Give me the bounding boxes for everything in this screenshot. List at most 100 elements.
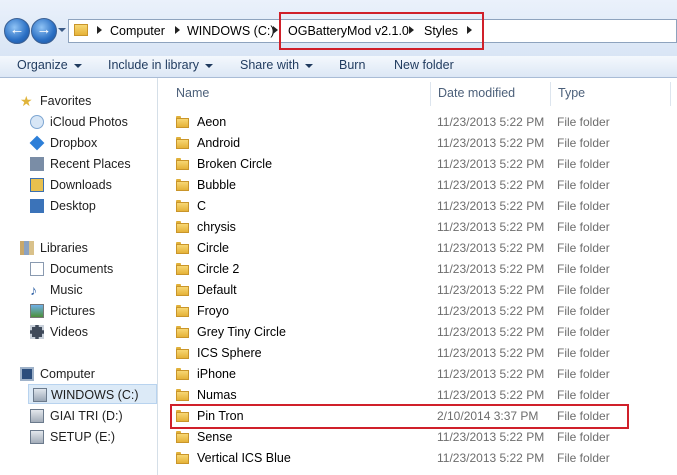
folder-icon — [176, 368, 189, 380]
nav-drive-d[interactable]: GIAI TRI (D:) — [30, 406, 123, 426]
share-with-button[interactable]: Share with — [240, 58, 314, 72]
column-divider[interactable] — [430, 82, 431, 106]
file-name: chrysis — [197, 220, 236, 234]
nav-dropbox[interactable]: Dropbox — [29, 133, 98, 153]
address-bar-area: ← → Computer WINDOWS (C:) OGBatteryMod v… — [0, 0, 677, 56]
burn-button[interactable]: Burn — [339, 58, 365, 72]
file-date: 11/23/2013 5:22 PM — [437, 136, 545, 150]
nav-computer[interactable]: Computer — [20, 364, 95, 384]
folder-icon — [176, 263, 189, 275]
file-name: Android — [197, 136, 241, 150]
downloads-icon — [30, 178, 44, 192]
nav-music-label: Music — [50, 283, 83, 297]
file-type: File folder — [557, 304, 610, 318]
nav-recent-places[interactable]: Recent Places — [30, 154, 131, 174]
nav-libraries-label: Libraries — [40, 241, 88, 255]
organize-label: Organize — [17, 58, 68, 72]
file-row[interactable]: Aeon 11/23/2013 5:22 PM File folder — [158, 112, 677, 133]
pictures-icon — [30, 304, 44, 318]
file-row[interactable]: Android 11/23/2013 5:22 PM File folder — [158, 133, 677, 154]
nav-drive-d-label: GIAI TRI (D:) — [50, 409, 123, 423]
folder-icon — [176, 179, 189, 191]
nav-dropbox-label: Dropbox — [50, 136, 98, 150]
file-row[interactable]: ICS Sphere 11/23/2013 5:22 PM File folder — [158, 343, 677, 364]
folder-icon — [176, 326, 189, 338]
nav-drive-e[interactable]: SETUP (E:) — [30, 427, 115, 447]
folder-icon — [176, 200, 189, 212]
nav-videos-label: Videos — [50, 325, 88, 339]
star-icon: ★ — [20, 93, 33, 109]
file-date: 11/23/2013 5:22 PM — [437, 262, 545, 276]
nav-documents-label: Documents — [50, 262, 114, 276]
file-name: Broken Circle — [197, 157, 273, 171]
file-row[interactable]: Circle 2 11/23/2013 5:22 PM File folder — [158, 259, 677, 280]
column-divider[interactable] — [670, 82, 671, 106]
include-in-library-button[interactable]: Include in library — [108, 58, 214, 72]
file-type: File folder — [557, 430, 610, 444]
file-type: File folder — [557, 262, 610, 276]
icloud-icon — [30, 115, 44, 129]
nav-icloud-photos[interactable]: iCloud Photos — [30, 112, 128, 132]
command-bar: Organize Include in library Share with B… — [0, 56, 677, 78]
share-with-label: Share with — [240, 58, 300, 72]
nav-pictures[interactable]: Pictures — [30, 301, 96, 321]
file-date: 11/23/2013 5:22 PM — [437, 430, 545, 444]
file-type: File folder — [557, 220, 610, 234]
file-type: File folder — [557, 241, 610, 255]
dropbox-icon — [29, 135, 45, 151]
column-divider[interactable] — [550, 82, 551, 106]
file-type: File folder — [557, 325, 610, 339]
forward-button[interactable]: → — [31, 18, 57, 44]
nav-downloads[interactable]: Downloads — [30, 175, 112, 195]
file-row[interactable]: Numas 11/23/2013 5:22 PM File folder — [158, 385, 677, 406]
column-date-modified[interactable]: Date modified — [438, 86, 515, 100]
file-row[interactable]: C 11/23/2013 5:22 PM File folder — [158, 196, 677, 217]
file-row[interactable]: Bubble 11/23/2013 5:22 PM File folder — [158, 175, 677, 196]
drive-icon — [30, 430, 44, 444]
file-row[interactable]: Default 11/23/2013 5:22 PM File folder — [158, 280, 677, 301]
back-button[interactable]: ← — [4, 18, 30, 44]
chevron-right-icon[interactable] — [273, 26, 278, 34]
file-row[interactable]: Circle 11/23/2013 5:22 PM File folder — [158, 238, 677, 259]
nav-favorites-label: Favorites — [40, 94, 92, 108]
organize-button[interactable]: Organize — [17, 58, 82, 72]
highlight-box — [170, 404, 629, 429]
dropdown-arrow-icon — [205, 63, 214, 68]
chevron-right-icon[interactable] — [175, 26, 180, 34]
file-date: 11/23/2013 5:22 PM — [437, 178, 545, 192]
folder-icon — [176, 389, 189, 401]
file-date: 11/23/2013 5:22 PM — [437, 283, 545, 297]
breadcrumb-computer[interactable]: Computer — [110, 24, 165, 38]
nav-favorites[interactable]: ★ Favorites — [20, 91, 92, 111]
nav-pictures-label: Pictures — [50, 304, 96, 318]
breadcrumb-windows-c[interactable]: WINDOWS (C:) — [187, 24, 274, 38]
file-row[interactable]: Grey Tiny Circle 11/23/2013 5:22 PM File f… — [158, 322, 677, 343]
folder-icon — [176, 116, 189, 128]
nav-documents[interactable]: Documents — [30, 259, 114, 279]
file-type: File folder — [557, 283, 610, 297]
include-in-library-label: Include in library — [108, 58, 200, 72]
nav-music[interactable]: ♪ Music — [30, 280, 83, 300]
nav-desktop-label: Desktop — [50, 199, 96, 213]
nav-libraries[interactable]: Libraries — [20, 238, 88, 258]
file-row[interactable]: Broken Circle 11/23/2013 5:22 PM File fold… — [158, 154, 677, 175]
file-type: File folder — [557, 199, 610, 213]
dropdown-arrow-icon — [73, 63, 82, 68]
chevron-right-icon[interactable] — [97, 26, 102, 34]
file-date: 11/23/2013 5:22 PM — [437, 199, 545, 213]
file-row[interactable]: Sense 11/23/2013 5:22 PM File folder — [158, 427, 677, 448]
file-row[interactable]: chrysis 11/23/2013 5:22 PM File folder — [158, 217, 677, 238]
new-folder-button[interactable]: New folder — [394, 58, 454, 72]
file-row[interactable]: iPhone 11/23/2013 5:22 PM File folder — [158, 364, 677, 385]
column-type[interactable]: Type — [558, 86, 585, 100]
nav-videos[interactable]: Videos — [30, 322, 88, 342]
nav-desktop[interactable]: Desktop — [30, 196, 96, 216]
file-date: 11/23/2013 5:22 PM — [437, 115, 545, 129]
nav-drive-c[interactable]: WINDOWS (C:) — [28, 384, 157, 404]
file-name: Vertical ICS Blue — [197, 451, 291, 465]
file-name: Froyo — [197, 304, 229, 318]
file-row[interactable]: Vertical ICS Blue 11/23/2013 5:22 PM File … — [158, 448, 677, 469]
column-name[interactable]: Name — [176, 86, 209, 100]
recent-pages-arrow-icon[interactable] — [58, 28, 66, 32]
file-row[interactable]: Froyo 11/23/2013 5:22 PM File folder — [158, 301, 677, 322]
